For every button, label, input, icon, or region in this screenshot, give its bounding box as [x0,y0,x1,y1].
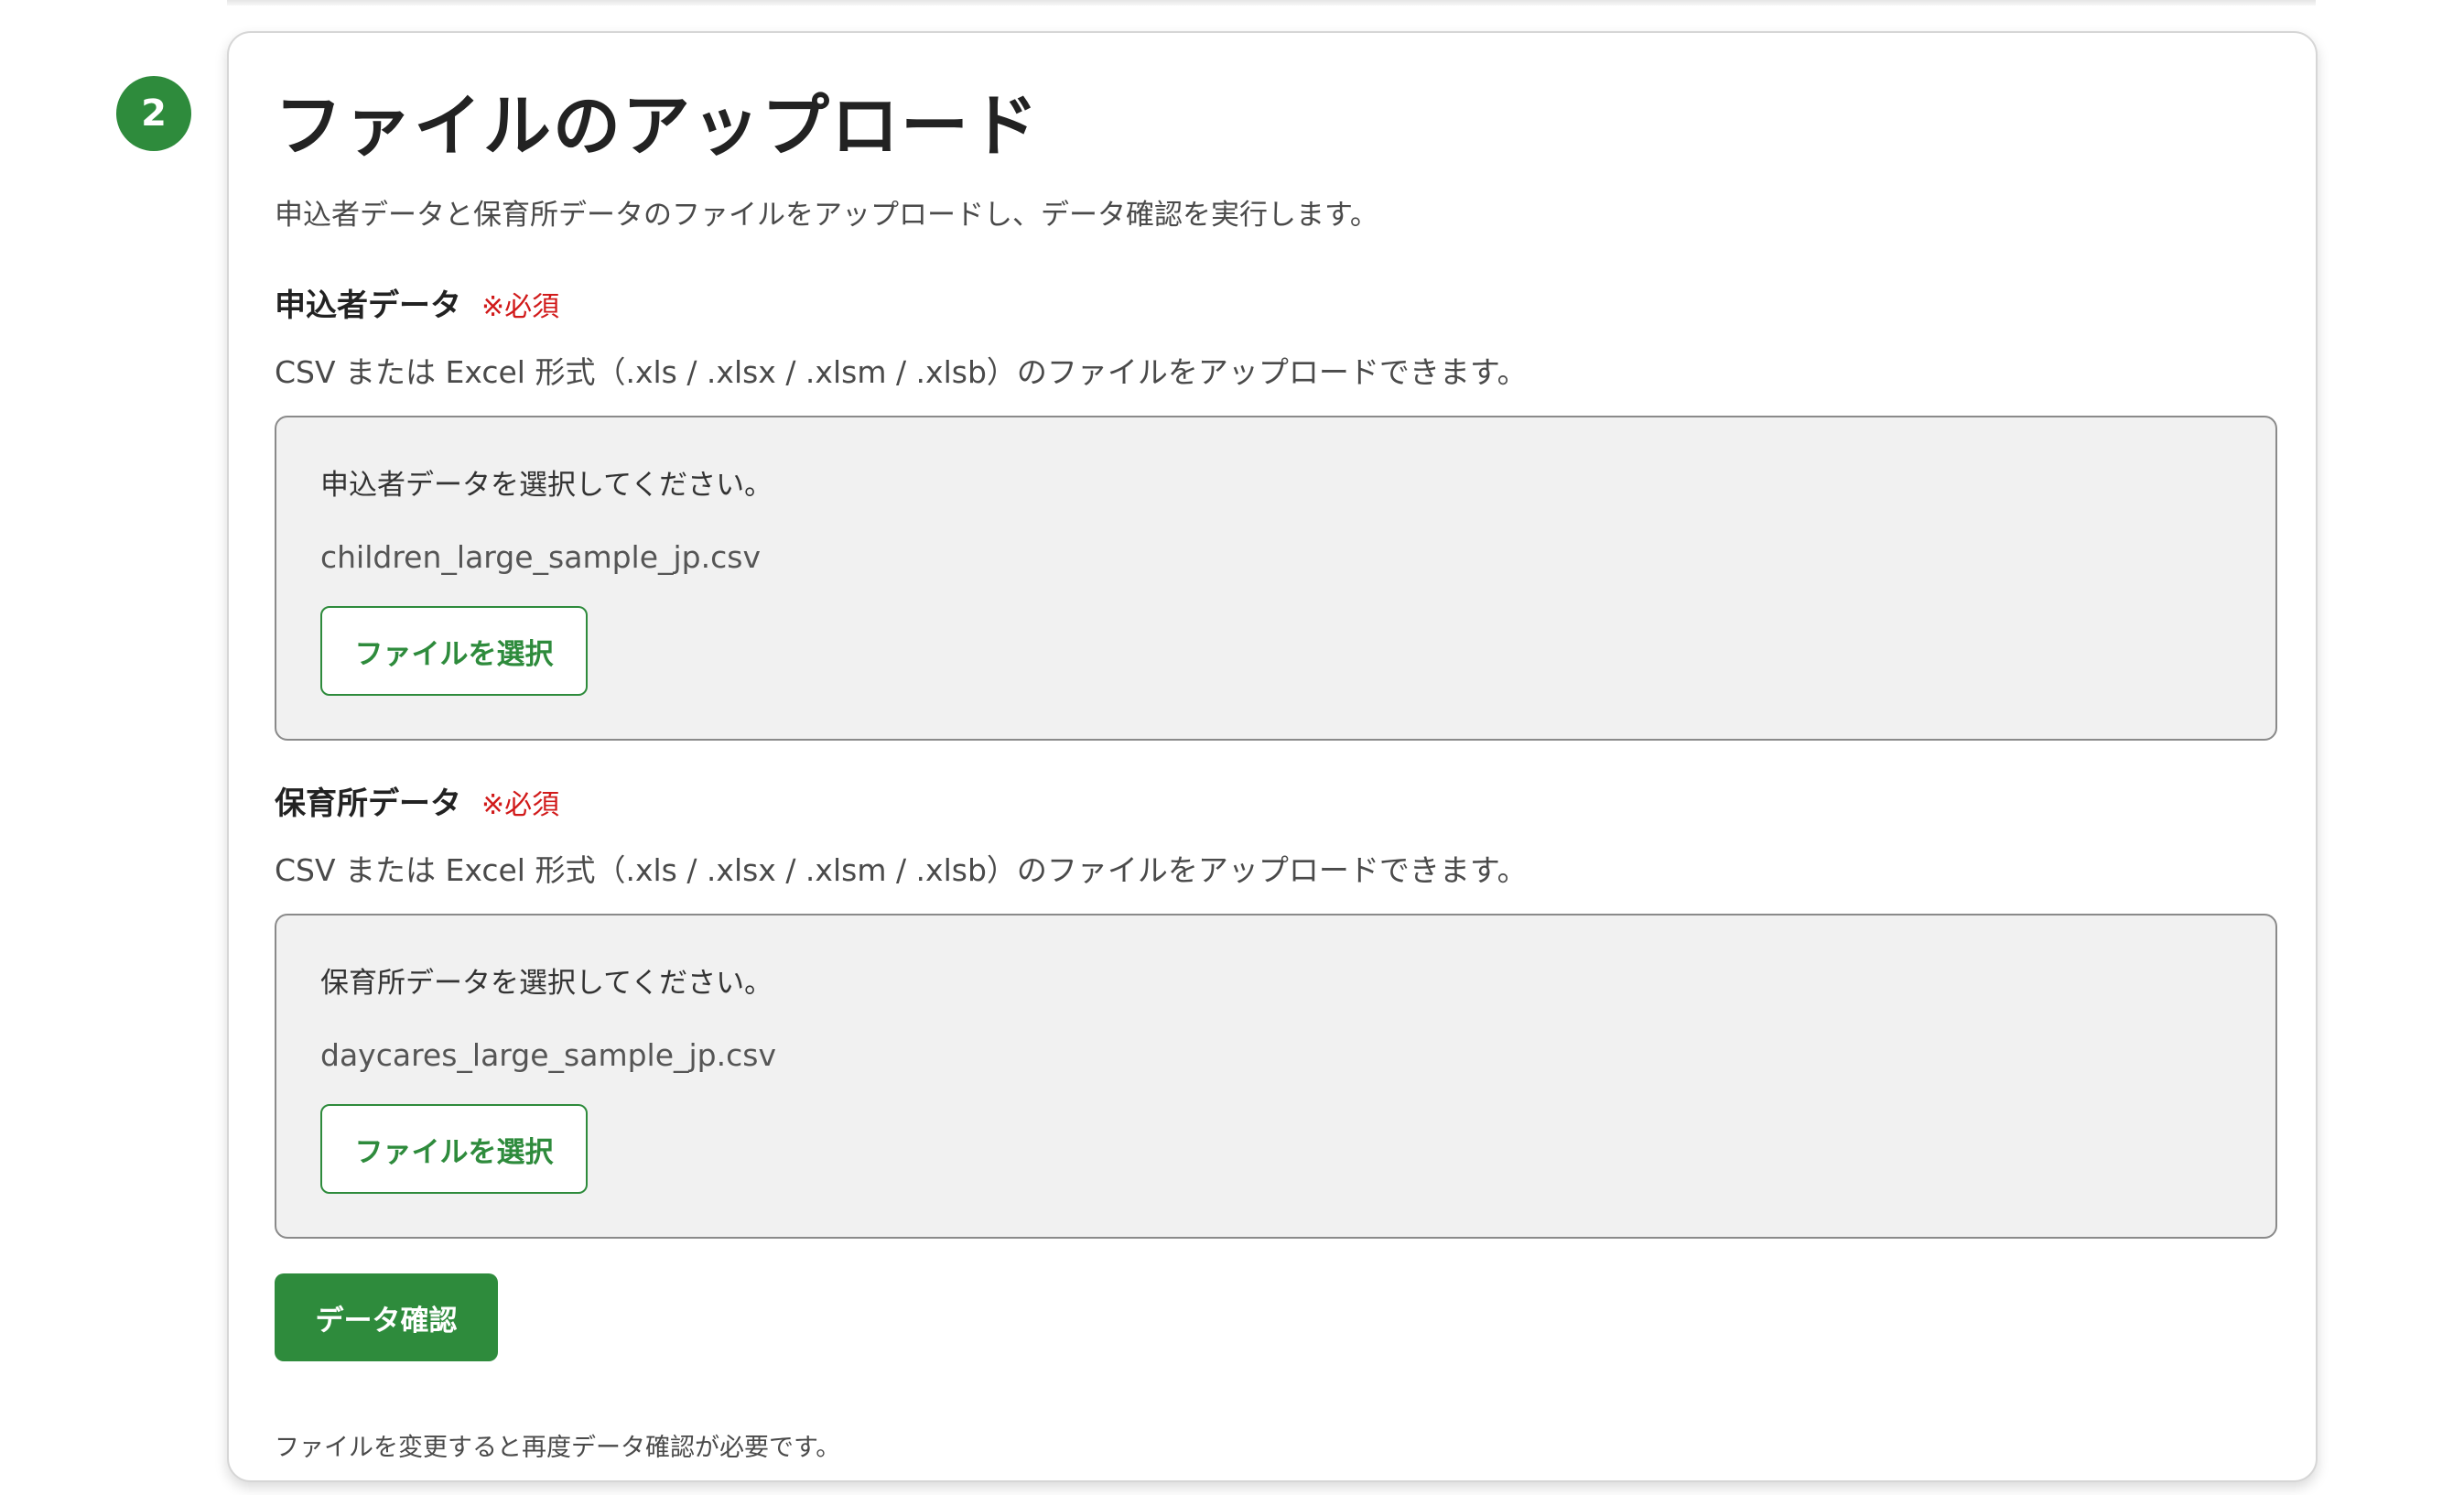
recheck-note: ファイルを変更すると再度データ確認が必要です。 [275,1434,841,1462]
applicant-label-text: 申込者データ [275,287,461,324]
daycare-field-label: 保育所データ ※必須 [275,784,559,824]
applicant-prompt: 申込者データを選択してください。 [320,469,773,502]
applicant-selected-filename: children_large_sample_jp.csv [320,539,761,575]
step-number: 2 [141,92,167,135]
daycare-label-text: 保育所データ [275,785,461,822]
applicant-required-marker: ※必須 [481,291,560,323]
daycare-required-marker: ※必須 [481,789,560,821]
applicant-field-label: 申込者データ ※必須 [275,286,559,326]
previous-card-edge [227,0,2316,5]
applicant-select-file-button[interactable]: ファイルを選択 [320,606,588,696]
section-description: 申込者データと保育所データのファイルをアップロードし、データ確認を実行します。 [275,199,1378,232]
daycare-select-file-button[interactable]: ファイルを選択 [320,1104,588,1194]
data-confirm-button[interactable]: データ確認 [275,1273,498,1361]
applicant-help-text: CSV または Excel 形式（.xls / .xlsx / .xlsm / … [275,354,1528,390]
daycare-file-dropzone[interactable]: 保育所データを選択してください。 daycares_large_sample_j… [275,914,2277,1239]
daycare-selected-filename: daycares_large_sample_jp.csv [320,1037,776,1073]
step-number-badge: 2 [116,76,191,151]
section-title: ファイルのアップロード [275,87,1040,166]
upload-card: ファイルのアップロード 申込者データと保育所データのファイルをアップロードし、デ… [227,31,2318,1482]
applicant-file-dropzone[interactable]: 申込者データを選択してください。 children_large_sample_j… [275,416,2277,741]
daycare-prompt: 保育所データを選択してください。 [320,967,773,1000]
daycare-help-text: CSV または Excel 形式（.xls / .xlsx / .xlsm / … [275,852,1528,888]
